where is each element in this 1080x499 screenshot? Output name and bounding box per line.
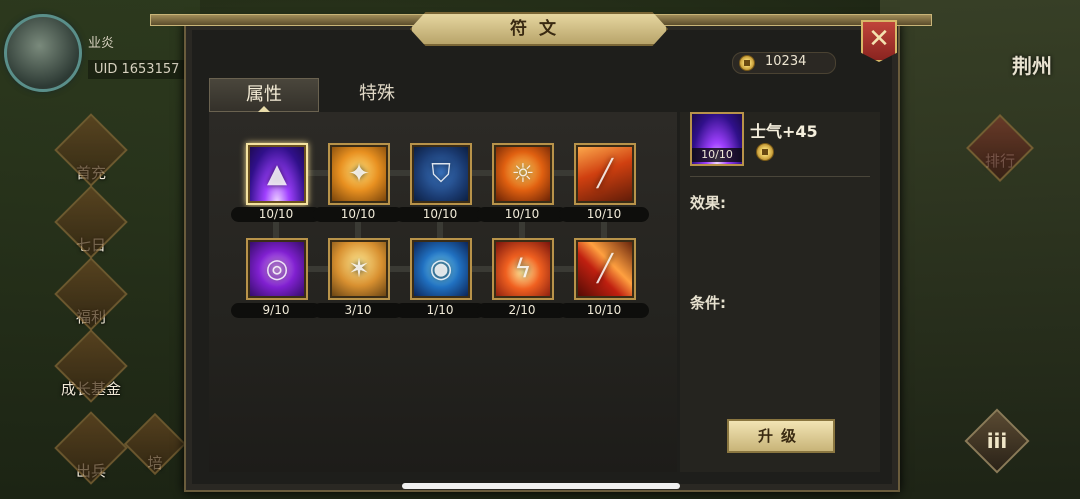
rune-count: 10/10 — [231, 207, 321, 222]
connector — [469, 170, 493, 176]
effect-label: 效果: — [690, 194, 726, 212]
side-item-seven-day[interactable]: 七日 — [54, 185, 128, 259]
connector — [601, 220, 607, 238]
rune-slot-2[interactable]: ✦ — [328, 143, 390, 205]
rune-count: 2/10 — [477, 303, 567, 318]
connector — [387, 170, 411, 176]
fire-warrior-icon: ☼ — [511, 159, 535, 189]
rune-count: 1/10 — [395, 303, 485, 318]
rune-slot-6[interactable]: ◎ — [246, 238, 308, 300]
rune-count: 10/10 — [395, 207, 485, 222]
tab-attributes[interactable]: 属性 — [209, 78, 319, 112]
close-icon: ✕ — [868, 24, 890, 54]
shield-icon: ⛉ — [431, 159, 451, 189]
blade-icon: ╱ — [597, 159, 613, 189]
connector — [355, 220, 361, 238]
side-item-dispatch[interactable]: 出兵 — [54, 411, 128, 485]
fight-icon: ✶ — [348, 254, 370, 284]
connector — [305, 170, 329, 176]
connector — [551, 266, 575, 272]
blue-aura-icon: ◉ — [429, 254, 453, 284]
rune-slot-7[interactable]: ✶ — [328, 238, 390, 300]
coin-icon — [756, 143, 774, 161]
upgrade-button[interactable]: 升级 — [727, 419, 835, 453]
rune-slot-1[interactable]: ▲ — [246, 143, 308, 205]
coin-balance: 10234 — [732, 52, 836, 74]
tab-special[interactable]: 特殊 — [323, 78, 431, 110]
connector — [387, 266, 411, 272]
connector — [273, 220, 279, 238]
purple-light-icon: ▲ — [267, 159, 287, 189]
side-item-train[interactable]: 培 — [123, 412, 187, 476]
player-name: 业炎 — [88, 36, 115, 51]
condition-label: 条件: — [690, 294, 726, 312]
rune-count: 3/10 — [313, 303, 403, 318]
kick-icon: ✦ — [348, 159, 370, 189]
rune-slot-10[interactable]: ╱ — [574, 238, 636, 300]
connector — [437, 220, 443, 238]
rune-slot-3[interactable]: ⛉ — [410, 143, 472, 205]
rank-button[interactable]: 排行 — [966, 114, 1034, 182]
home-indicator[interactable] — [402, 483, 680, 489]
rune-slot-8[interactable]: ◉ — [410, 238, 472, 300]
rune-slot-4[interactable]: ☼ — [492, 143, 554, 205]
player-uid: UID 1653157 — [88, 60, 186, 79]
divider — [690, 176, 870, 177]
avatar[interactable] — [4, 14, 82, 92]
flame-sword-icon: ╱ — [597, 254, 613, 284]
menu-icon: iii — [986, 429, 1008, 453]
connector — [305, 266, 329, 272]
connector — [519, 220, 525, 238]
connector — [551, 170, 575, 176]
city-name[interactable]: 荆州 — [1012, 50, 1052, 79]
rune-count: 10/10 — [477, 207, 567, 222]
rune-count: 10/10 — [559, 303, 649, 318]
rune-slot-9[interactable]: ϟ — [492, 238, 554, 300]
rune-count: 10/10 — [313, 207, 403, 222]
selected-rune-name: 士气+45 — [750, 122, 818, 141]
side-item-welfare[interactable]: 福利 — [54, 257, 128, 331]
side-item-first-recharge[interactable]: 首充 — [54, 113, 128, 187]
lightning-icon: ϟ — [514, 254, 532, 284]
dialog-title: 符文 — [410, 12, 668, 46]
rank-icon — [966, 114, 1034, 182]
side-item-growth-fund[interactable]: 成长基金 — [54, 329, 128, 403]
rune-count: 9/10 — [231, 303, 321, 318]
connector — [469, 266, 493, 272]
purple-spiral-icon: ◎ — [265, 254, 289, 284]
selected-rune-count: 10/10 — [692, 148, 742, 162]
coin-icon — [739, 55, 755, 71]
coin-value: 10234 — [765, 54, 807, 69]
rune-slot-5[interactable]: ╱ — [574, 143, 636, 205]
rune-count: 10/10 — [559, 207, 649, 222]
